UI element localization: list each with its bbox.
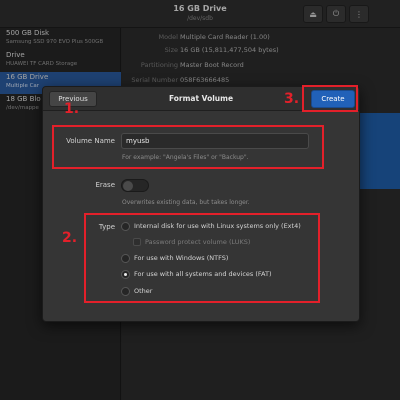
erase-hint: Overwrites existing data, but takes long… (122, 199, 250, 206)
erase-toggle[interactable] (121, 179, 149, 192)
annotation-box-type (84, 213, 320, 303)
annotation-step-2: 2. (62, 230, 78, 246)
erase-toggle-knob (123, 181, 133, 191)
annotation-box-create (302, 85, 358, 112)
annotation-step-1: 1. (64, 101, 80, 117)
annotation-box-volume-name (52, 125, 324, 169)
annotation-step-3: 3. (284, 91, 300, 107)
erase-label: Erase (95, 181, 115, 189)
